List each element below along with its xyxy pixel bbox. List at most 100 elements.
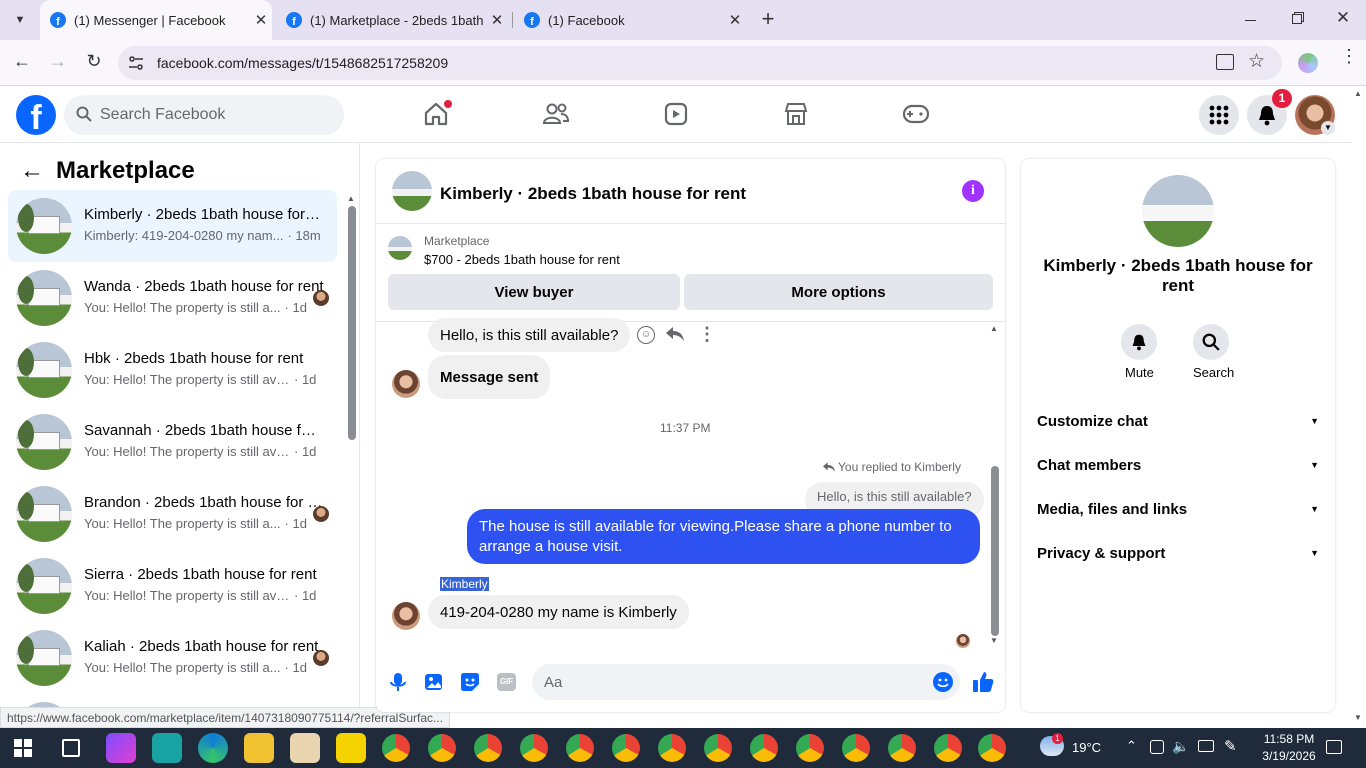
sticker-button[interactable] — [460, 672, 480, 692]
listing-thumbnail[interactable] — [388, 236, 412, 260]
mute-button[interactable] — [1121, 324, 1157, 360]
their-message-bubble[interactable]: 419-204-0280 my name is Kimberly — [428, 595, 689, 629]
back-button[interactable]: ← — [10, 51, 34, 75]
section-media-files-links[interactable]: Media, files and links ▼ — [1037, 497, 1319, 521]
account-chevron-icon[interactable]: ▼ — [1321, 121, 1335, 135]
info-icon[interactable]: i — [962, 180, 984, 202]
taskbar-chrome-icon[interactable] — [978, 734, 1006, 762]
message-more-icon[interactable]: ⋮ — [698, 324, 716, 345]
chat-scroll-down-arrow[interactable]: ▼ — [990, 636, 998, 645]
list-scroll-up-arrow[interactable]: ▲ — [347, 194, 355, 203]
taskbar-chrome-icon[interactable] — [520, 734, 548, 762]
conversation-item[interactable]: Wanda · 2beds 1bath house for rent You: H… — [8, 262, 337, 334]
message-bubble-available[interactable]: Hello, is this still available? — [428, 318, 631, 352]
close-tab-icon[interactable]: ✕ — [724, 11, 746, 29]
react-smiley-icon[interactable]: ☺ — [637, 326, 655, 344]
tab-search-button[interactable]: ▼ — [8, 8, 32, 32]
my-reply-bubble[interactable]: The house is still available for viewing… — [467, 509, 980, 564]
notification-center-icon[interactable] — [1326, 740, 1342, 754]
back-arrow-icon[interactable]: ← — [20, 157, 44, 185]
minimize-button[interactable] — [1236, 10, 1266, 30]
taskbar-app-icon[interactable] — [106, 733, 136, 763]
conversation-item[interactable]: Sierra · 2beds 1bath house for rent You: … — [8, 550, 337, 622]
listing-title[interactable]: $700 - 2beds 1bath house for rent — [424, 252, 620, 267]
taskbar-chrome-icon[interactable] — [566, 734, 594, 762]
like-thumb-button[interactable] — [972, 670, 994, 694]
show-hidden-icons[interactable]: ⌃ — [1126, 738, 1137, 754]
taskbar-explorer-icon[interactable] — [244, 733, 274, 763]
tab-marketplace[interactable]: f (1) Marketplace - 2beds 1bath h ✕ — [276, 0, 508, 40]
conversation-item[interactable]: Hbk · 2beds 1bath house for rent You: Hel… — [8, 334, 337, 406]
conversation-item[interactable]: Savannah · 2beds 1bath house for rent You… — [8, 406, 337, 478]
forward-button[interactable]: → — [46, 51, 70, 75]
contact-avatar[interactable] — [392, 602, 420, 630]
page-scroll-down-arrow[interactable]: ▼ — [1354, 713, 1362, 722]
pen-icon[interactable]: ✎ — [1224, 737, 1237, 755]
message-bubble-sent-notice[interactable]: Message sent — [428, 355, 551, 399]
install-app-icon[interactable] — [1216, 54, 1234, 70]
clock-time[interactable]: 11:58 PM — [1258, 732, 1320, 746]
section-customize-chat[interactable]: Customize chat ▼ — [1037, 409, 1319, 433]
network-icon[interactable] — [1198, 740, 1214, 752]
nav-friends[interactable] — [526, 86, 586, 142]
nav-video[interactable] — [646, 86, 706, 142]
weather-temperature[interactable]: 19°C — [1072, 740, 1101, 755]
taskbar-chrome-icon[interactable] — [796, 734, 824, 762]
reply-icon[interactable] — [665, 325, 685, 343]
message-input[interactable] — [532, 664, 960, 700]
taskbar-chrome-icon[interactable] — [888, 734, 916, 762]
reload-button[interactable]: ↻ — [82, 51, 106, 75]
browser-menu-icon[interactable]: ⋮ — [1340, 47, 1358, 65]
new-tab-button[interactable]: + — [756, 8, 780, 32]
chat-header-title[interactable]: Kimberly · 2beds 1bath house for rent — [440, 184, 746, 204]
nav-home[interactable] — [406, 86, 466, 142]
list-scrollbar-thumb[interactable] — [348, 206, 356, 440]
system-tray-icon[interactable] — [1150, 740, 1164, 754]
volume-icon[interactable]: 🔈 — [1172, 738, 1189, 755]
close-tab-icon[interactable]: ✕ — [250, 11, 272, 29]
taskbar-chrome-icon[interactable] — [934, 734, 962, 762]
search-conversation-button[interactable] — [1193, 324, 1229, 360]
taskbar-chrome-icon[interactable] — [842, 734, 870, 762]
taskbar-chrome-icon[interactable] — [750, 734, 778, 762]
facebook-logo[interactable]: f — [16, 95, 56, 135]
taskbar-sticky-notes-icon[interactable] — [336, 733, 366, 763]
taskbar-chrome-icon[interactable] — [474, 734, 502, 762]
page-scroll-up-arrow[interactable]: ▲ — [1354, 89, 1362, 98]
conversation-item[interactable]: Brandon · 2beds 1bath house for rent You:… — [8, 478, 337, 550]
nav-marketplace[interactable] — [766, 86, 826, 142]
attach-photo-button[interactable] — [424, 672, 444, 692]
section-chat-members[interactable]: Chat members ▼ — [1037, 453, 1319, 477]
section-privacy-support[interactable]: Privacy & support ▼ — [1037, 541, 1319, 565]
start-button[interactable] — [14, 739, 32, 757]
tab-facebook[interactable]: f (1) Facebook ✕ — [514, 0, 746, 40]
emoji-icon[interactable] — [933, 672, 953, 692]
chat-header-thumbnail[interactable] — [392, 171, 432, 211]
clock-date[interactable]: 3/19/2026 — [1256, 749, 1322, 763]
voice-clip-button[interactable] — [388, 672, 408, 692]
more-options-button[interactable]: More options — [684, 274, 993, 310]
profile-avatar-icon[interactable] — [1298, 53, 1318, 73]
conversation-item[interactable]: Kimberly · 2beds 1bath house for rent Kim… — [8, 190, 337, 262]
bookmark-star-icon[interactable]: ☆ — [1248, 50, 1265, 73]
taskbar-chrome-icon[interactable] — [428, 734, 456, 762]
chat-scroll-up-arrow[interactable]: ▲ — [990, 324, 998, 333]
restore-button[interactable] — [1282, 10, 1312, 30]
chat-scrollbar-thumb[interactable] — [991, 466, 999, 636]
taskbar-chrome-icon[interactable] — [704, 734, 732, 762]
taskbar-app-icon[interactable] — [152, 733, 182, 763]
close-window-button[interactable]: ✕ — [1328, 8, 1358, 32]
tab-messenger[interactable]: f (1) Messenger | Facebook ✕ — [40, 0, 272, 40]
contact-avatar[interactable] — [392, 370, 420, 398]
taskbar-app-icon[interactable] — [290, 733, 320, 763]
conversation-item[interactable]: Kaliah · 2beds 1bath house for rent You: … — [8, 622, 337, 694]
info-listing-photo[interactable] — [1142, 175, 1214, 247]
taskbar-chrome-icon[interactable] — [382, 734, 410, 762]
url-text[interactable]: facebook.com/messages/t/1548682517258209 — [157, 55, 448, 71]
close-tab-icon[interactable]: ✕ — [486, 11, 508, 29]
taskbar-chrome-icon[interactable] — [658, 734, 686, 762]
site-settings-icon[interactable] — [127, 54, 145, 72]
nav-gaming[interactable] — [886, 86, 946, 142]
gif-button[interactable]: GIF — [497, 673, 516, 691]
menu-button[interactable] — [1199, 95, 1239, 135]
